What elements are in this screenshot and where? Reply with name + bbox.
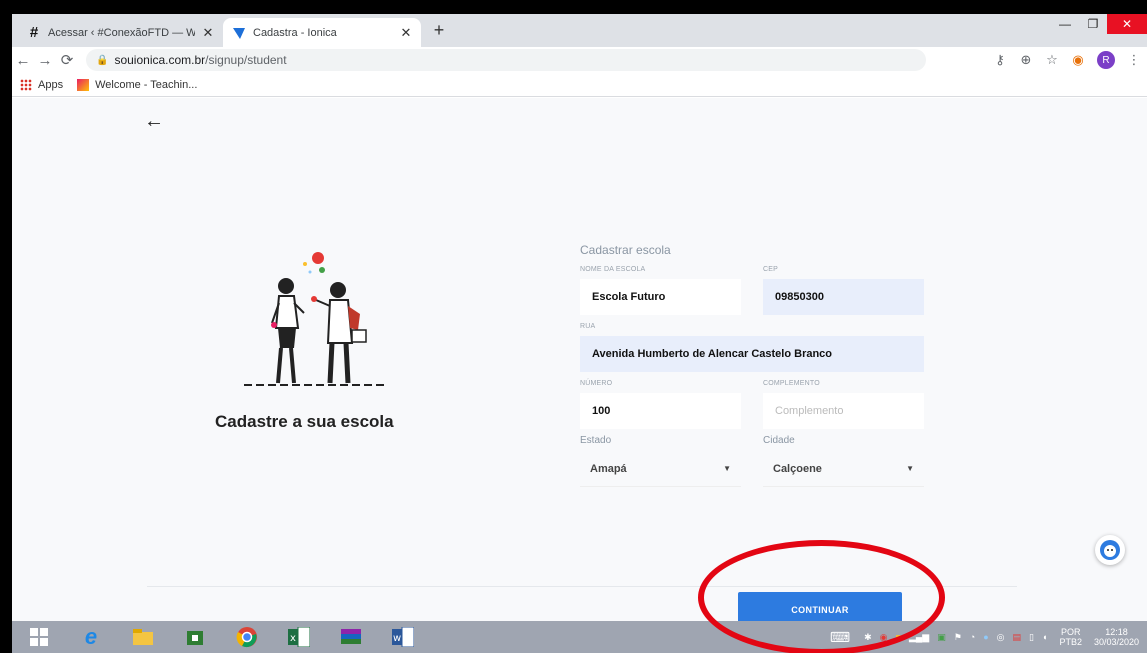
internet-explorer-icon[interactable]: e [76,624,106,649]
antivirus-icon[interactable]: ◉ [880,632,888,643]
key-icon[interactable]: ⚷ [987,52,1013,68]
school-name-label: NOME DA ESCOLA [580,266,646,273]
footer-divider [147,586,1017,587]
lock-icon: 🔒 [96,54,109,66]
reload-icon[interactable]: ⟳ [56,51,78,69]
window-close-icon[interactable]: ✕ [1107,14,1147,34]
excel-icon[interactable]: x [284,625,314,649]
volume-icon[interactable]: ◖ [1042,632,1047,642]
form-title: Cadastrar escola [580,243,671,257]
battery-icon[interactable]: ▯ [1029,632,1034,643]
street-value: Avenida Humberto de Alencar Castelo Bran… [592,348,833,360]
pdf-icon[interactable]: ▤ [1013,632,1022,643]
svg-text:w: w [393,633,401,644]
menu-icon[interactable]: ⋮ [1121,52,1147,68]
wifi-icon[interactable]: ◔ [970,632,975,642]
minimize-icon[interactable]: — [1051,14,1079,34]
signal-icon[interactable]: ▂▄▆ [909,632,929,643]
bookmark-label: Welcome - Teachin... [95,78,198,91]
toolbar-actions: ⚷ ⊕ ☆ ◉ R ⋮ [987,49,1147,71]
new-tab-button[interactable]: + [428,20,450,41]
students-illustration [244,252,384,386]
svg-text:x: x [290,633,296,644]
tab-title: Acessar ‹ #ConexãoFTD — Word [48,26,195,39]
tab-ionica[interactable]: Cadastra - Ionica ✕ [223,18,421,47]
clock[interactable]: 12:18 30/03/2020 [1094,627,1139,647]
clock-time: 12:18 [1105,627,1128,637]
back-arrow-icon[interactable]: ← [144,110,164,133]
hash-icon: # [29,24,39,41]
city-value: Calçoene [773,462,822,475]
state-label: Estado [580,435,612,446]
bookmark-welcome[interactable]: Welcome - Teachin... [77,78,198,91]
windows-start-icon[interactable] [24,625,54,649]
number-value: 100 [592,405,611,417]
flag-icon[interactable]: ⚑ [954,632,962,643]
clock-date: 30/03/2020 [1093,637,1139,647]
forward-icon[interactable]: → [34,52,56,69]
input-language[interactable]: POR PTB2 [1059,627,1082,647]
address-toolbar: ← → ⟳ 🔒 souionica.com.br/signup/student … [12,47,1147,73]
close-icon[interactable]: ✕ [201,25,215,41]
sync-icon[interactable]: ◎ [997,632,1005,643]
school-name-value: Escola Futuro [592,291,666,303]
street-field[interactable]: Avenida Humberto de Alencar Castelo Bran… [580,336,924,372]
bookmark-apps[interactable]: Apps [20,78,64,91]
network-icon[interactable]: ▣ [937,632,946,643]
number-label: NÚMERO [580,380,613,387]
ionica-icon [231,25,247,41]
close-icon[interactable]: ✕ [399,25,413,41]
system-tray: ⌨ ✱ ◉ ■ ▂▄▆ ▣ ⚑ ◔ ● ◎ ▤ ▯ ◖ POR PTB2 12:… [830,621,1147,653]
cep-field[interactable]: 09850300 [763,279,924,315]
chrome-icon[interactable] [232,625,262,649]
star-icon[interactable]: ☆ [1039,52,1065,68]
tray-app-icon[interactable]: ■ [896,632,901,642]
number-field[interactable]: 100 [580,393,741,429]
store-icon[interactable] [180,625,210,649]
winrar-icon[interactable] [336,625,366,649]
chevron-down-icon: ▼ [723,464,731,473]
apps-grid-icon [20,78,32,91]
tab-wordpress[interactable]: # Acessar ‹ #ConexãoFTD — Word ✕ [18,18,223,47]
complement-placeholder: Complemento [775,405,844,417]
bookmarks-bar: Apps Welcome - Teachin... [12,73,1147,97]
extension-icon[interactable]: ◉ [1065,52,1091,68]
school-name-field[interactable]: Escola Futuro [580,279,741,315]
word-icon[interactable]: w [388,625,418,649]
page-content: ← Cadastre a sua escola Cadastrar escola [12,98,1147,621]
city-select[interactable]: Calçoene ▼ [763,451,924,487]
bookmark-favicon-icon [77,78,90,91]
continue-button[interactable]: CONTINUAR [738,592,902,621]
chat-assistant-icon[interactable] [1095,535,1125,565]
profile-avatar[interactable]: R [1097,51,1115,69]
back-icon[interactable]: ← [12,52,34,69]
window-controls: — ❐ ✕ [1051,14,1147,36]
state-value: Amapá [590,462,627,475]
state-select[interactable]: Amapá ▼ [580,451,741,487]
cep-label: CEP [763,266,778,273]
cep-value: 09850300 [775,291,824,303]
complement-label: COMPLEMENTO [763,380,820,387]
zoom-icon[interactable]: ⊕ [1013,52,1039,68]
keyboard-icon[interactable]: ⌨ [830,629,850,646]
street-label: RUA [580,323,596,330]
lang-code: POR [1060,627,1081,637]
city-label: Cidade [763,435,795,446]
page-heading: Cadastre a sua escola [215,412,394,431]
url-path: /signup/student [205,53,287,67]
cloud-icon[interactable]: ● [983,632,988,642]
complement-field[interactable]: Complemento [763,393,924,429]
tab-strip: # Acessar ‹ #ConexãoFTD — Word ✕ Cadastr… [12,14,1147,47]
keyboard-layout: PTB2 [1059,637,1082,647]
chevron-down-icon: ▼ [906,464,914,473]
bookmark-label: Apps [38,78,64,91]
file-explorer-icon[interactable] [128,625,158,649]
restore-icon[interactable]: ❐ [1079,14,1107,34]
browser-window: # Acessar ‹ #ConexãoFTD — Word ✕ Cadastr… [12,14,1147,621]
url-host: souionica.com.br [114,53,206,67]
address-bar[interactable]: 🔒 souionica.com.br/signup/student [86,49,926,71]
bluetooth-icon[interactable]: ✱ [864,632,872,643]
tab-title: Cadastra - Ionica [253,26,337,39]
windows-taskbar: e x w ⌨ ✱ ◉ ■ ▂▄▆ ▣ ⚑ ◔ ● ◎ ▤ ▯ ◖ POR PT… [12,621,1147,653]
